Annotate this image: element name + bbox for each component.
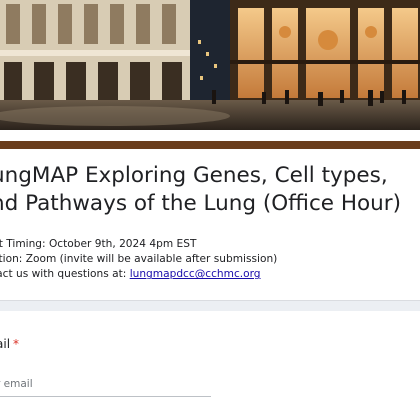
header-photo	[0, 0, 420, 130]
header-accent-bar	[0, 141, 420, 149]
form-title-line-2: nd Pathways of the Lung (Office Hour)	[0, 191, 402, 216]
event-location: ation: Zoom (invite will be available af…	[0, 253, 278, 266]
form-title-line-1: ungMAP Exploring Genes, Cell types,	[0, 163, 388, 188]
event-timing: nt Timing: October 9th, 2024 4pm EST	[0, 238, 197, 250]
contact-email-link[interactable]: lungmapdcc@cchmc.org	[130, 268, 261, 280]
form-page: ungMAP Exploring Genes, Cell types, nd P…	[0, 0, 420, 420]
form-description: nt Timing: October 9th, 2024 4pm EST ati…	[0, 237, 420, 283]
contact-prefix: tact us with questions at:	[0, 268, 130, 281]
required-asterisk: *	[13, 337, 20, 351]
email-label-text: ail	[0, 337, 11, 351]
email-question-label: ail*	[0, 337, 19, 351]
contact-line: tact us with questions at: lungmapdcc@cc…	[0, 267, 420, 282]
email-input[interactable]	[0, 372, 211, 397]
email-question-card	[0, 311, 420, 420]
section-gap	[0, 301, 420, 311]
form-title: ungMAP Exploring Genes, Cell types, nd P…	[0, 162, 420, 218]
